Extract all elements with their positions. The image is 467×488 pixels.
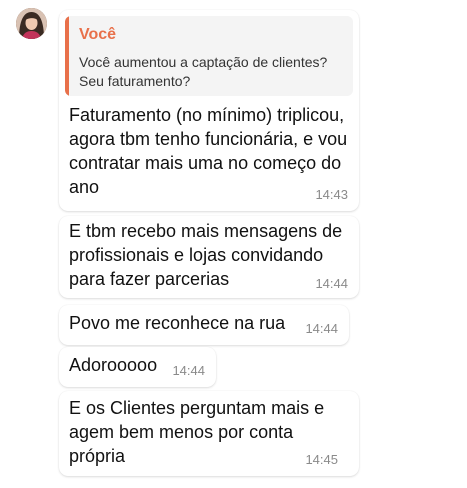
message-timestamp: 14:43 (315, 187, 348, 202)
message-bubble[interactable]: E os Clientes perguntam mais e agem bem … (59, 391, 359, 476)
message-text: Povo me reconhece na rua (69, 313, 286, 333)
quoted-author: Você (79, 26, 117, 43)
message-text: E os Clientes perguntam mais e agem bem … (69, 398, 325, 466)
message-bubble[interactable]: Povo me reconhece na rua 14:44 (59, 305, 349, 345)
profile-photo-icon (16, 8, 47, 39)
message-timestamp: 14:45 (305, 452, 338, 467)
avatar[interactable] (16, 8, 47, 39)
quote-accent-bar (65, 16, 69, 96)
message-text: Faturamento (no mínimo) triplicou, agora… (69, 105, 348, 197)
message-bubble[interactable]: Adorooooo 14:44 (59, 347, 216, 387)
message-text: Adorooooo (69, 355, 158, 375)
message-bubble-reply[interactable]: Você Você aumentou a captação de cliente… (59, 10, 359, 211)
message-timestamp: 14:44 (172, 363, 205, 378)
quoted-message[interactable]: Você Você aumentou a captação de cliente… (65, 16, 353, 96)
message-text: E tbm recebo mais mensagens de profissio… (69, 221, 343, 289)
quoted-text: Você aumentou a captação de clientes? Se… (79, 54, 328, 89)
message-timestamp: 14:44 (315, 276, 348, 291)
message-timestamp: 14:44 (305, 321, 338, 336)
message-bubble[interactable]: E tbm recebo mais mensagens de profissio… (59, 216, 359, 298)
